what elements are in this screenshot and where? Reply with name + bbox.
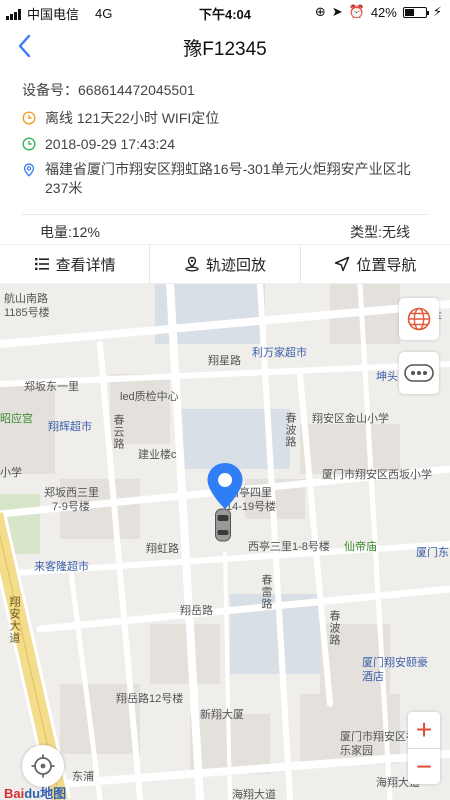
view-details-button[interactable]: 查看详情 (0, 245, 149, 283)
map-label: 小学 (0, 467, 22, 479)
divider (22, 214, 428, 215)
type-stat: 类型:无线 (350, 224, 410, 240)
map-label: 1185号楼 (4, 307, 50, 319)
logo-du: du (24, 786, 41, 800)
map-label: 东浦 (72, 771, 94, 783)
map-label: 翔岳路12号楼 (116, 693, 184, 705)
baidu-logo: Baidu地图 (4, 783, 66, 800)
charging-icon: ⚡ (432, 4, 442, 19)
status-left: 中国电信 4G (6, 4, 112, 23)
timestamp-row: 2018-09-29 17:43:24 (22, 134, 432, 160)
view-details-label: 查看详情 (55, 256, 116, 274)
map-label: 仙帝庙 (344, 541, 377, 553)
map-label: 坤头 (376, 371, 398, 383)
more-options-button[interactable] (399, 352, 439, 394)
alarm-icon: ⏰ (348, 4, 365, 19)
map-label: 厦门翔安颐豪酒店 (362, 657, 428, 683)
map-label: 春波路 (328, 610, 340, 646)
map-label: 翔安区金山小学 (312, 413, 389, 425)
carrier-label: 中国电信 (27, 7, 80, 22)
locate-me-button[interactable] (22, 745, 64, 787)
map-label: 西亭三里1-8号楼 (248, 541, 330, 553)
map-label: 春波路 (284, 412, 296, 448)
location-icon: ➤ (331, 4, 343, 19)
map-label: 翔虹路 (146, 543, 179, 555)
device-id: 668614472045501 (78, 82, 195, 98)
map-label: 昭应宫 (0, 413, 33, 425)
map-label: 7-9号楼 (52, 501, 90, 513)
globe-icon (407, 307, 431, 331)
device-info: 设备号： 668614472045501 离线 121天22小时 WIFI定位 2… (22, 80, 432, 198)
status-text: 离线 121天22小时 WIFI定位 (45, 110, 220, 126)
address-row: 福建省厦门市翔安区翔虹路16号-301单元火炬翔安产业区北237米 (22, 160, 432, 198)
map-label: 厦门市翔安区西坂小学 (322, 469, 432, 481)
map-layer-button[interactable] (399, 298, 439, 340)
rotation-lock-icon: ⊕ (314, 4, 326, 19)
location-pin-icon (23, 163, 35, 177)
battery-stat: 电量:12% (40, 224, 100, 240)
map-label: 翔辉超市 (48, 421, 92, 433)
stats-row: 电量:12% 类型:无线 (40, 222, 410, 242)
signal-icon (6, 8, 21, 20)
map-label: 春云路 (112, 414, 124, 450)
map-label: 海翔大道 (232, 789, 276, 800)
network-label: 4G (95, 6, 113, 21)
action-bar: 查看详情 轨迹回放 位置导航 (0, 244, 450, 284)
map-label: 春雷路 (260, 574, 272, 610)
zoom-control: + − (408, 712, 440, 784)
logo-map: 地图 (40, 786, 67, 800)
timestamp-text: 2018-09-29 17:43:24 (45, 136, 175, 152)
map-label: led质检中心 (120, 391, 179, 403)
time-icon (22, 137, 36, 151)
navigate-button[interactable]: 位置导航 (299, 245, 450, 283)
navigate-icon (335, 256, 350, 272)
map-label: 翔安大道 (8, 596, 20, 644)
track-playback-label: 轨迹回放 (205, 256, 266, 274)
map-label: 郑坂东一里 (24, 381, 79, 393)
address-text: 福建省厦门市翔安区翔虹路16号-301单元火炬翔安产业区北237米 (45, 161, 411, 196)
page-title: 豫F12345 (183, 39, 267, 60)
status-bar: 中国电信 4G 下午4:04 ⊕ ➤ ⏰ 42% ⚡ (0, 0, 450, 24)
location-marker-icon[interactable] (206, 462, 244, 510)
map-label: 翔星路 (208, 355, 241, 367)
status-row: 离线 121天22小时 WIFI定位 (22, 108, 432, 134)
device-id-label: 设备号： (22, 82, 78, 98)
more-icon (404, 364, 434, 382)
car-icon (214, 508, 232, 542)
map-label: 利万家超市 (252, 347, 307, 359)
zoom-out-button[interactable]: − (408, 748, 440, 784)
map-label: 厦门东 (416, 547, 449, 559)
crosshair-icon (31, 754, 55, 778)
logo-bai: Bai (4, 786, 25, 800)
map-label: 翔岳路 (180, 605, 213, 617)
list-icon (34, 258, 49, 270)
track-playback-button[interactable]: 轨迹回放 (149, 245, 299, 283)
battery-fill (404, 8, 415, 16)
navigate-label: 位置导航 (356, 256, 417, 274)
map-label: 新翔大厦 (200, 709, 244, 721)
status-right: ⊕ ➤ ⏰ 42% ⚡ (315, 4, 442, 20)
battery-percent: 42% (370, 4, 397, 20)
map-label: 来客隆超市 (34, 561, 89, 573)
track-icon (185, 256, 199, 272)
nav-bar: 豫F12345 (0, 24, 450, 68)
battery-icon (402, 6, 429, 18)
map-label: 建业楼c (138, 449, 177, 461)
zoom-in-button[interactable]: + (408, 712, 440, 748)
clock-icon (22, 111, 36, 125)
device-id-row: 设备号： 668614472045501 (22, 80, 432, 106)
